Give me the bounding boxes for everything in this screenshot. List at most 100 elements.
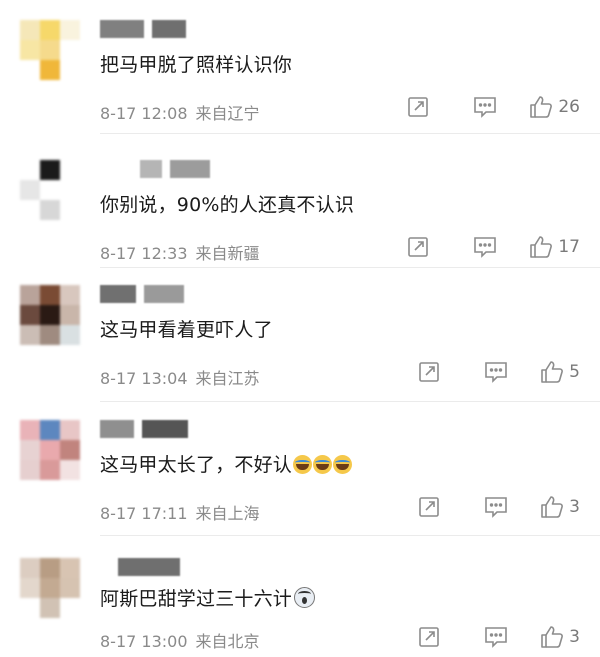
avatar-pixel — [40, 558, 60, 578]
avatar-pixel — [40, 180, 60, 200]
avatar[interactable] — [20, 420, 80, 480]
reply-icon — [485, 362, 507, 383]
reply-button[interactable] — [472, 235, 498, 259]
like-count: 5 — [569, 362, 580, 382]
username-blurred[interactable] — [100, 420, 220, 438]
name-block — [100, 285, 136, 303]
comment-date: 8-17 17:11 — [100, 504, 188, 523]
like-button[interactable]: 26 — [528, 94, 580, 120]
avatar-pixel — [60, 40, 80, 60]
avatar-pixel — [60, 558, 80, 578]
avatar-pixel — [60, 420, 80, 440]
thumbs-up-icon — [541, 626, 564, 648]
reply-button[interactable] — [483, 495, 509, 519]
avatar-pixel — [60, 20, 80, 40]
avatar[interactable] — [20, 558, 80, 618]
like-count: 26 — [558, 97, 580, 117]
comment-meta: 8-17 13:00 来自北京 — [100, 628, 260, 652]
avatar-pixel — [20, 40, 40, 60]
share-icon — [408, 237, 429, 257]
avatar-pixel — [60, 305, 80, 325]
avatar-pixel — [20, 20, 40, 40]
comment-location: 来自辽宁 — [195, 104, 260, 123]
share-icon — [419, 627, 439, 647]
comment-meta: 8-17 12:33 来自新疆 — [100, 240, 260, 264]
avatar-pixel — [20, 558, 40, 578]
username-blurred[interactable] — [100, 20, 220, 38]
avatar-pixel — [60, 460, 80, 480]
share-button[interactable] — [417, 495, 441, 519]
like-button[interactable]: 5 — [539, 359, 580, 385]
divider — [100, 535, 600, 536]
comment-location: 来自江苏 — [195, 369, 260, 388]
comment-actions: 3 — [417, 622, 580, 652]
avatar-pixel — [60, 578, 80, 598]
avatar-pixel — [40, 60, 60, 80]
comment-actions: 5 — [417, 357, 580, 387]
avatar-pixel — [40, 285, 60, 305]
avatar-pixel — [20, 200, 40, 220]
laugh-cry-emoji-icon — [293, 455, 313, 474]
avatar-pixel — [60, 285, 80, 305]
avatar-pixel — [20, 305, 40, 325]
laugh-cry-emoji-icon — [313, 455, 333, 474]
divider — [100, 401, 600, 402]
avatar-pixel — [60, 440, 80, 460]
name-block — [144, 285, 184, 303]
avatar[interactable] — [20, 285, 80, 345]
like-button[interactable]: 17 — [528, 234, 580, 260]
divider — [100, 133, 600, 134]
reply-icon — [485, 497, 507, 518]
share-button[interactable] — [417, 625, 441, 649]
reply-button[interactable] — [483, 625, 509, 649]
like-button[interactable]: 3 — [539, 624, 580, 650]
thumbs-up-icon — [541, 496, 564, 518]
avatar-pixel — [40, 578, 60, 598]
comment-actions: 26 — [406, 92, 580, 122]
avatar[interactable] — [20, 160, 80, 220]
reply-button[interactable] — [472, 95, 498, 119]
avatar-pixel — [40, 160, 60, 180]
avatar-pixel — [60, 325, 80, 345]
avatar-pixel — [40, 598, 60, 618]
username-blurred[interactable] — [118, 558, 238, 576]
share-button[interactable] — [417, 360, 441, 384]
shocked-face-emoji-icon — [294, 587, 316, 608]
reply-button[interactable] — [483, 360, 509, 384]
avatar-pixel — [40, 325, 60, 345]
name-block — [100, 420, 134, 438]
share-icon — [419, 362, 439, 382]
share-button[interactable] — [406, 95, 430, 119]
name-block — [100, 20, 144, 38]
comment-location: 来自新疆 — [195, 244, 260, 263]
comment-text: 你别说，90%的人还真不认识 — [100, 194, 355, 216]
share-button[interactable] — [406, 235, 430, 259]
laugh-cry-emoji-icon — [333, 455, 353, 474]
avatar-pixel — [20, 420, 40, 440]
reply-icon — [485, 627, 507, 648]
share-icon — [419, 497, 439, 517]
name-block — [170, 160, 210, 178]
avatar-pixel — [20, 460, 40, 480]
reply-icon — [474, 237, 497, 258]
avatar-pixel — [20, 160, 40, 180]
like-button[interactable]: 3 — [539, 494, 580, 520]
comment-actions: 17 — [406, 232, 580, 262]
comment-text: 阿斯巴甜学过三十六计 — [100, 584, 316, 611]
comment-date: 8-17 12:33 — [100, 244, 188, 263]
comment-location: 来自北京 — [195, 632, 260, 651]
name-block — [118, 558, 180, 576]
avatar-pixel — [60, 60, 80, 80]
avatar-pixel — [60, 160, 80, 180]
avatar[interactable] — [20, 20, 80, 80]
avatar-pixel — [40, 40, 60, 60]
avatar-pixel — [20, 578, 40, 598]
reply-icon — [474, 97, 497, 118]
username-blurred[interactable] — [140, 160, 260, 178]
avatar-pixel — [40, 305, 60, 325]
username-blurred[interactable] — [100, 285, 220, 303]
name-block — [140, 160, 162, 178]
thumbs-up-icon — [541, 361, 564, 383]
like-count: 17 — [558, 237, 580, 257]
comment-meta: 8-17 13:04 来自江苏 — [100, 365, 260, 389]
